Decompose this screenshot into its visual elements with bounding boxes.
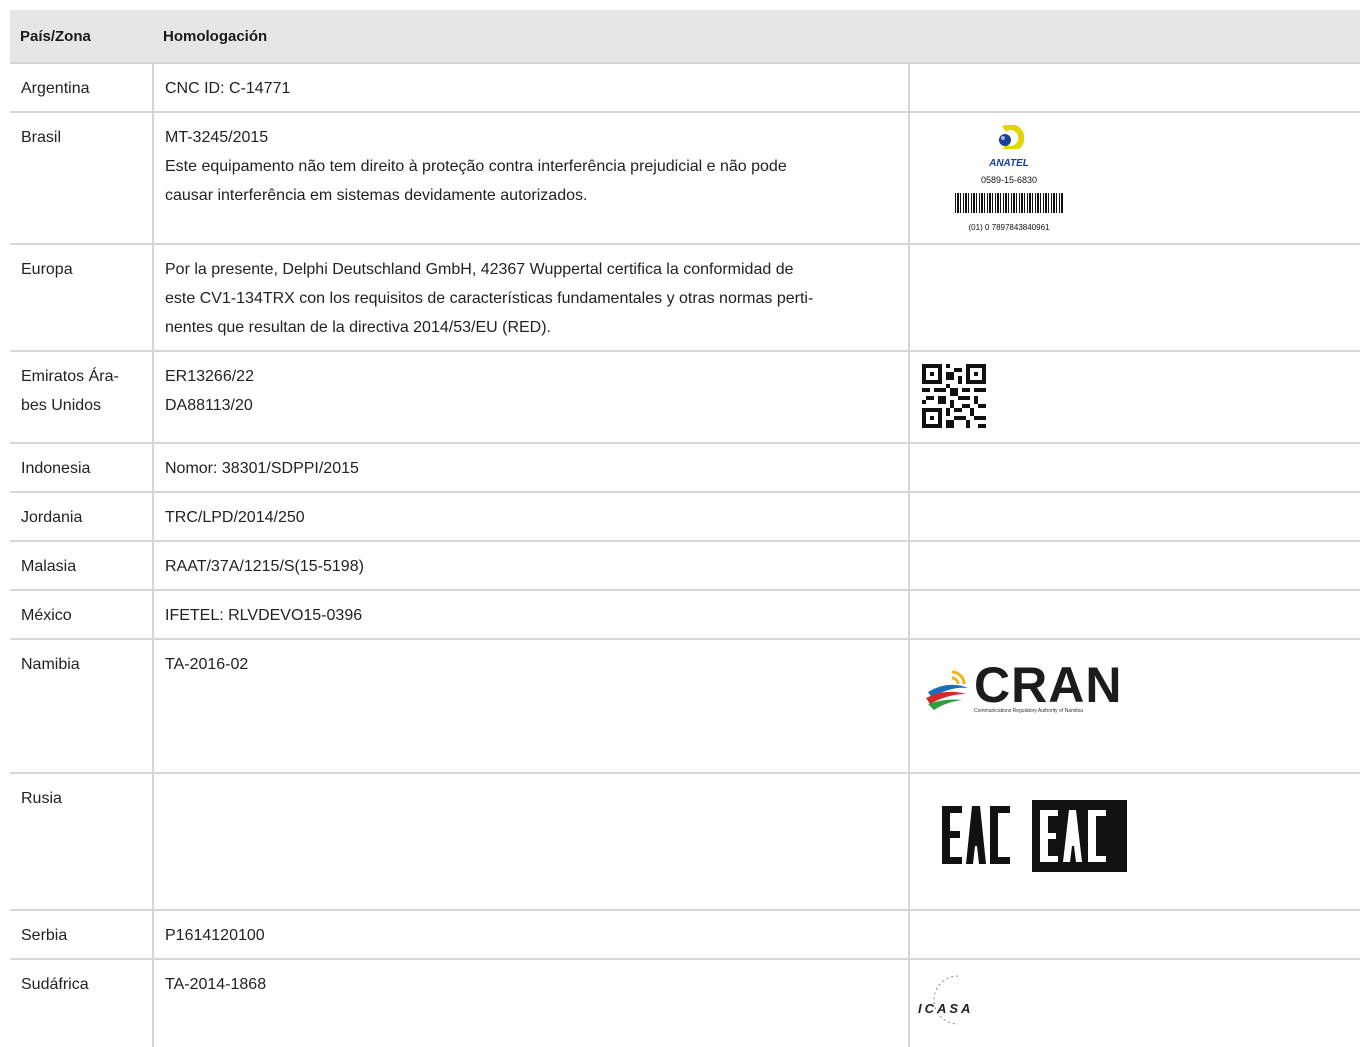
- table-row: Sudáfrica TA-2014-1868 ICASA: [10, 958, 1360, 1047]
- table-header-row: País/Zona Homologación: [10, 10, 1360, 63]
- anatel-number: 0589-15-6830: [980, 175, 1038, 185]
- anatel-word: ANATEL: [989, 158, 1029, 169]
- approval-line: TRC/LPD/2014/250: [165, 509, 305, 526]
- approval-line: RAAT/37A/1215/S(15-5198): [165, 558, 364, 575]
- country-cell: Malasia: [10, 540, 153, 590]
- homologation-table: País/Zona Homologación Argentina CNC ID:…: [10, 10, 1360, 1047]
- approval-cell: Por la presente, Delphi Deutschland GmbH…: [152, 243, 909, 351]
- country-cell: Indonesia: [10, 442, 153, 492]
- approval-line: DA88113/20: [165, 397, 253, 414]
- cran-swoosh-icon: [926, 670, 968, 710]
- table-row: México IFETEL: RLVDEVO15-0396: [10, 589, 1360, 639]
- table-row: Serbia P1614120100: [10, 909, 1360, 959]
- country-cell: Sudáfrica: [10, 958, 153, 1047]
- logo-cell: [907, 442, 1360, 492]
- approval-cell: TRC/LPD/2014/250: [152, 491, 909, 541]
- approval-cell: MT-3245/2015 Este equipamento não tem di…: [152, 111, 909, 244]
- country-cell: Argentina: [10, 62, 153, 112]
- table-row: Malasia RAAT/37A/1215/S(15-5198): [10, 540, 1360, 590]
- country-line: Emiratos Ára-: [21, 368, 119, 385]
- logo-cell: CRAN Communications Regulatory Authority…: [907, 638, 1360, 773]
- approval-cell: IFETEL: RLVDEVO15-0396: [152, 589, 909, 639]
- logo-cell: [907, 772, 1360, 910]
- anatel-globe-icon: [994, 124, 1025, 152]
- logo-cell: [907, 909, 1360, 959]
- logo-cell: [907, 62, 1360, 112]
- eac-mark-icon: [942, 800, 1127, 872]
- approval-cell: Nomor: 38301/SDPPI/2015: [152, 442, 909, 492]
- approval-line: Nomor: 38301/SDPPI/2015: [165, 460, 359, 477]
- country-cell: México: [10, 589, 153, 639]
- logo-cell: [907, 540, 1360, 590]
- logo-cell: ICASA: [907, 958, 1360, 1047]
- country-cell: Rusia: [10, 772, 153, 910]
- country-cell: Serbia: [10, 909, 153, 959]
- approval-cell: CNC ID: C-14771: [152, 62, 909, 112]
- header-approval: Homologación: [153, 10, 1360, 63]
- qr-code-icon: [922, 364, 986, 428]
- approval-cell: [152, 772, 909, 910]
- table-row: Namibia TA-2016-02 CRAN Communications R…: [10, 638, 1360, 773]
- logo-cell: [907, 491, 1360, 541]
- approval-line: P1614120100: [165, 927, 265, 944]
- logo-cell: [907, 589, 1360, 639]
- approval-cell: ER13266/22 DA88113/20: [152, 350, 909, 443]
- approval-line: ER13266/22: [165, 368, 254, 385]
- approval-line: CNC ID: C-14771: [165, 80, 291, 97]
- table-row: Rusia: [10, 772, 1360, 910]
- table-row: Brasil MT-3245/2015 Este equipamento não…: [10, 111, 1360, 244]
- approval-line: TA-2014-1868: [165, 976, 267, 993]
- approval-cell: RAAT/37A/1215/S(15-5198): [152, 540, 909, 590]
- approval-cell: TA-2014-1868: [152, 958, 909, 1047]
- country-cell: Europa: [10, 243, 153, 351]
- anatel-logo: ANATEL 0589-15-6830 (01) 0 7897843840961: [914, 124, 1104, 232]
- approval-line: este CV1-134TRX con los requisitos de ca…: [165, 290, 814, 307]
- approval-cell: TA-2016-02: [152, 638, 909, 773]
- barcode-number: (01) 0 7897843840961: [968, 223, 1050, 232]
- country-cell: Namibia: [10, 638, 153, 773]
- barcode-icon: [955, 193, 1063, 213]
- table-row: Argentina CNC ID: C-14771: [10, 62, 1360, 112]
- logo-cell: [907, 243, 1360, 351]
- country-cell: Brasil: [10, 111, 153, 244]
- icasa-word: ICASA: [918, 1001, 974, 1016]
- table-row: Indonesia Nomor: 38301/SDPPI/2015: [10, 442, 1360, 492]
- approval-cell: P1614120100: [152, 909, 909, 959]
- cran-logo: CRAN Communications Regulatory Authority…: [922, 657, 1360, 714]
- logo-cell: ANATEL 0589-15-6830 (01) 0 7897843840961: [907, 111, 1360, 244]
- icasa-logo: ICASA: [918, 975, 998, 1025]
- table-row: Europa Por la presente, Delphi Deutschla…: [10, 243, 1360, 351]
- cran-word: CRAN: [974, 657, 1123, 713]
- approval-line: Por la presente, Delphi Deutschland GmbH…: [165, 261, 794, 278]
- country-line: bes Unidos: [21, 397, 102, 414]
- header-country: País/Zona: [10, 10, 153, 63]
- table-row: Emiratos Ára- bes Unidos ER13266/22 DA88…: [10, 350, 1360, 443]
- country-cell: Emiratos Ára- bes Unidos: [10, 350, 153, 443]
- icasa-arc-icon: [933, 975, 959, 1025]
- approval-line: TA-2016-02: [165, 656, 249, 673]
- approval-line: MT-3245/2015: [165, 129, 269, 146]
- approval-line: Este equipamento não tem direito à prote…: [165, 158, 787, 175]
- approval-line: nentes que resultan de la directiva 2014…: [165, 319, 551, 336]
- logo-cell: [907, 350, 1360, 443]
- approval-line: causar interferência em sistemas devidam…: [165, 187, 588, 204]
- approval-line: IFETEL: RLVDEVO15-0396: [165, 607, 363, 624]
- table-row: Jordania TRC/LPD/2014/250: [10, 491, 1360, 541]
- country-cell: Jordania: [10, 491, 153, 541]
